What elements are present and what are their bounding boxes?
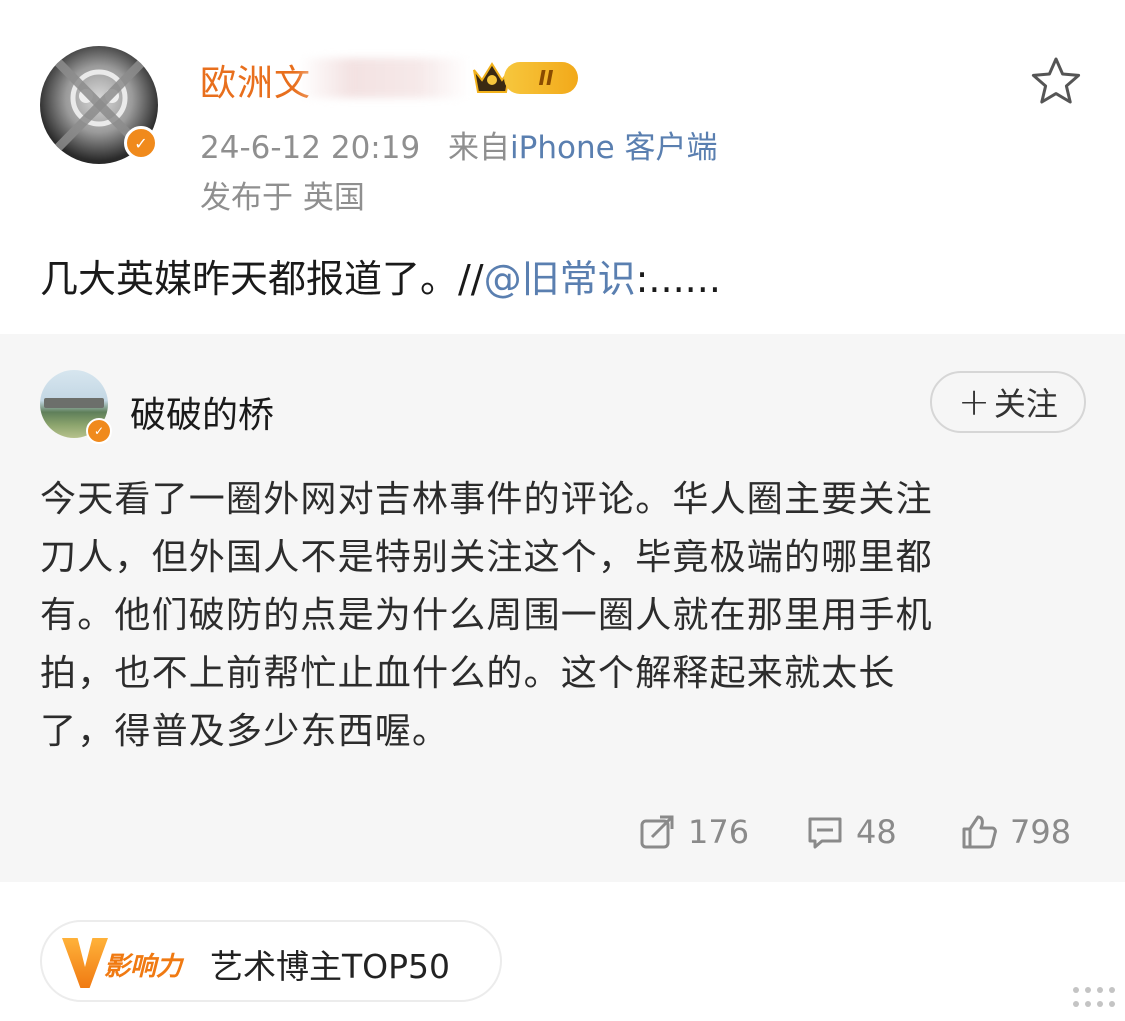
v-badge-icon <box>62 938 108 988</box>
verified-badge-icon: ✓ <box>86 418 112 444</box>
weibo-post-card: ✓ 欧洲文 II 24-6-12 20:19 来自iPhone 客户端 发布于 … <box>0 0 1125 1021</box>
repost-count: 176 <box>688 813 750 851</box>
author-name[interactable]: 欧洲文 <box>200 54 311 106</box>
watermark-dots-icon <box>1073 987 1115 1007</box>
influence-v-logo: 影响力 <box>60 938 210 988</box>
member-rank-badge[interactable]: II <box>470 56 580 98</box>
like-count: 798 <box>1010 813 1072 851</box>
retweet-line: 刀人，但外国人不是特别关注这个，毕竟极端的哪里都 <box>40 537 933 578</box>
follow-button[interactable]: + 关注 <box>930 371 1086 433</box>
influence-badge-text: 影响力 <box>104 952 183 982</box>
plus-icon: + <box>958 380 990 424</box>
post-timestamp: 24-6-12 20:19 <box>200 130 421 166</box>
repost-icon <box>640 815 674 849</box>
rank-level: II <box>504 62 578 94</box>
post-text-tail: :...... <box>635 257 721 301</box>
favorite-star-icon[interactable] <box>1030 56 1082 106</box>
verified-badge-icon: ✓ <box>124 126 158 160</box>
follow-label: 关注 <box>993 385 1058 423</box>
retweet-body: 今天看了一圈外网对吉林事件的评论。华人圈主要关注 刀人，但外国人不是特别关注这个… <box>40 471 1090 761</box>
retweet-line: 有。他们破防的点是为什么周围一圈人就在那里用手机 <box>40 595 933 636</box>
comment-button[interactable]: 48 <box>806 810 897 854</box>
redacted-name-blur <box>300 58 470 98</box>
influence-tag[interactable]: 影响力 艺术博主TOP50 <box>40 920 502 1002</box>
bridge-image <box>44 398 104 408</box>
post-text-main: 几大英媒昨天都报道了。// <box>40 257 484 301</box>
mention-link[interactable]: @旧常识 <box>484 257 636 301</box>
retweet-line: 拍，也不上前帮忙止血什么的。这个解释起来就太长 <box>40 653 896 694</box>
comment-count: 48 <box>856 813 897 851</box>
retweet-author-name[interactable]: 破破的桥 <box>130 386 274 438</box>
influence-label: 艺术博主TOP50 <box>210 947 451 986</box>
thumbs-up-icon <box>962 815 997 849</box>
post-source[interactable]: iPhone 客户端 <box>510 130 718 166</box>
retweet-line: 今天看了一圈外网对吉林事件的评论。华人圈主要关注 <box>40 479 933 520</box>
comment-icon <box>808 817 842 849</box>
retweet-line: 了，得普及多少东西喔。 <box>40 711 450 752</box>
source-prefix: 来自 <box>448 130 511 166</box>
post-text: 几大英媒昨天都报道了。//@旧常识:...... <box>40 248 721 303</box>
post-meta: 24-6-12 20:19 来自iPhone 客户端 <box>200 122 718 167</box>
repost-button[interactable]: 176 <box>638 810 749 854</box>
like-button[interactable]: 798 <box>960 810 1071 854</box>
post-location: 发布于 英国 <box>200 180 365 216</box>
